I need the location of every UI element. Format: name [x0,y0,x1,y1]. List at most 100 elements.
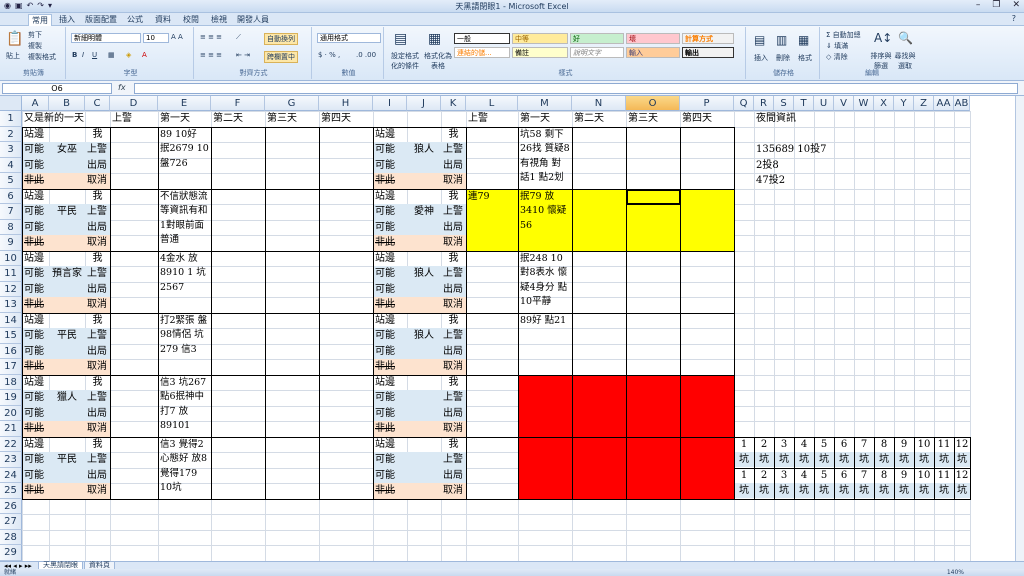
style-bad[interactable]: 壞 [626,33,680,44]
fill-button[interactable]: ⇓ 填滿 [826,41,848,51]
clear-button[interactable]: ◇ 清除 [826,52,848,62]
column-header-e[interactable]: E [158,96,211,111]
header-cell[interactable]: 第三天 [265,111,297,126]
row-header-14[interactable]: 14 [0,312,22,328]
header-cell[interactable]: 上警 [110,111,132,126]
column-header-j[interactable]: J [407,96,441,111]
conditional-format-icon[interactable]: ▤ [394,31,407,47]
maximize-icon[interactable]: ❐ [992,0,1000,10]
style-explanatory[interactable]: 說明文字 [570,47,624,58]
style-normal[interactable]: 一般 [454,33,510,44]
style-linked[interactable]: 連結的儲... [454,47,510,58]
grow-font-icon[interactable]: A A [171,33,183,41]
column-header-c[interactable]: C [85,96,110,111]
opponent-note[interactable]: 抿79 放3410 懷疑56 [518,189,572,251]
row-header-19[interactable]: 19 [0,390,22,406]
zoom-level[interactable]: 140% [947,569,964,576]
select-all-corner[interactable] [0,96,22,111]
font-size-select[interactable]: 10 [143,33,169,43]
row-header-24[interactable]: 24 [0,467,22,483]
orientation-icon[interactable]: ⟋ [236,33,241,42]
close-icon[interactable]: ✕ [1012,0,1020,10]
header-cell[interactable]: 又是新的一天 [22,111,84,126]
opponent-note[interactable]: 89好 點21 [518,313,572,375]
column-header-d[interactable]: D [110,96,158,111]
row-header-3[interactable]: 3 [0,142,22,158]
opponent-note[interactable]: 坑58 剩下26找 質疑8有視角 對話1 點2划 [518,127,572,189]
find-select-icon[interactable]: 🔍 [898,31,913,45]
underline-icon[interactable]: U [92,51,97,59]
row-header-21[interactable]: 21 [0,421,22,437]
copy-button[interactable]: 複製 [28,41,42,51]
header-cell[interactable]: 第二天 [572,111,604,126]
align-left-icon[interactable]: ≡ ≡ ≡ [200,51,222,59]
format-cells-icon[interactable]: ▦ [798,33,809,47]
tab-developer[interactable]: 開發人員 [236,14,270,26]
opponent-note[interactable]: 連79 [466,189,518,251]
header-cell[interactable]: 夜間資訊 [754,111,796,126]
row-header-2[interactable]: 2 [0,126,22,142]
paste-icon[interactable]: 📋 [6,31,23,47]
column-header-p[interactable]: P [680,96,734,111]
row-header-13[interactable]: 13 [0,297,22,313]
decimal-icon[interactable]: .0 .00 [356,51,376,59]
night-info-line[interactable]: 47投2 [754,173,785,188]
column-header-t[interactable]: T [794,96,814,111]
format-painter-button[interactable]: 複製格式 [28,52,56,62]
column-header-x[interactable]: X [874,96,894,111]
column-header-o[interactable]: O [626,96,680,111]
tab-formulas[interactable]: 公式 [124,14,146,26]
night-info-line[interactable]: 135689 10投7 [754,142,826,157]
cut-button[interactable]: 剪下 [28,30,42,40]
fill-color-icon[interactable]: ◈ [126,51,131,59]
row-header-12[interactable]: 12 [0,281,22,297]
row-header-28[interactable]: 28 [0,529,22,545]
column-header-n[interactable]: N [572,96,626,111]
night-info-line[interactable]: 2投8 [754,158,779,173]
row-header-20[interactable]: 20 [0,405,22,421]
font-color-icon[interactable]: A [142,51,147,59]
border-icon[interactable]: ▦ [108,51,115,59]
row-header-25[interactable]: 25 [0,483,22,499]
row-header-27[interactable]: 27 [0,514,22,530]
column-header-aa[interactable]: AA [934,96,954,111]
row-header-29[interactable]: 29 [0,545,22,561]
style-neutral[interactable]: 中等 [512,33,568,44]
header-cell[interactable]: 第四天 [680,111,712,126]
row-header-18[interactable]: 18 [0,374,22,390]
row-header-16[interactable]: 16 [0,343,22,359]
column-header-k[interactable]: K [441,96,466,111]
row-header-22[interactable]: 22 [0,436,22,452]
tab-home[interactable]: 常用 [28,14,52,26]
sort-filter-icon[interactable]: A↕ [874,31,892,45]
header-cell[interactable]: 第一天 [518,111,550,126]
insert-function-button[interactable]: fx [118,83,126,92]
header-cell[interactable]: 第二天 [211,111,243,126]
row-header-26[interactable]: 26 [0,498,22,514]
column-header-a[interactable]: A [22,96,49,111]
format-table-icon[interactable]: ▦ [428,31,441,47]
tab-data[interactable]: 資料 [152,14,174,26]
vertical-scrollbar[interactable] [1015,96,1024,561]
row-header-8[interactable]: 8 [0,219,22,235]
column-header-w[interactable]: W [854,96,874,111]
insert-cells-icon[interactable]: ▤ [754,33,765,47]
column-header-v[interactable]: V [834,96,854,111]
column-header-ab[interactable]: AB [954,96,970,111]
column-header-s[interactable]: S [774,96,794,111]
indent-icon[interactable]: ⇤ ⇥ [236,51,250,59]
paste-button[interactable]: 貼上 [6,51,20,61]
column-header-h[interactable]: H [319,96,373,111]
row-header-23[interactable]: 23 [0,452,22,468]
row-header-15[interactable]: 15 [0,328,22,344]
column-header-z[interactable]: Z [914,96,934,111]
font-name-select[interactable]: 新細明體 [71,33,141,43]
row-header-11[interactable]: 11 [0,266,22,282]
style-output[interactable]: 輸出 [682,47,734,58]
insert-cells-button[interactable]: 插入 [754,53,768,63]
merge-center-button[interactable]: 跨欄置中 [264,51,298,63]
delete-cells-icon[interactable]: ▥ [776,33,787,47]
format-cells-button[interactable]: 格式 [798,53,812,63]
wrap-text-button[interactable]: 自動換列 [264,33,298,45]
column-header-u[interactable]: U [814,96,834,111]
